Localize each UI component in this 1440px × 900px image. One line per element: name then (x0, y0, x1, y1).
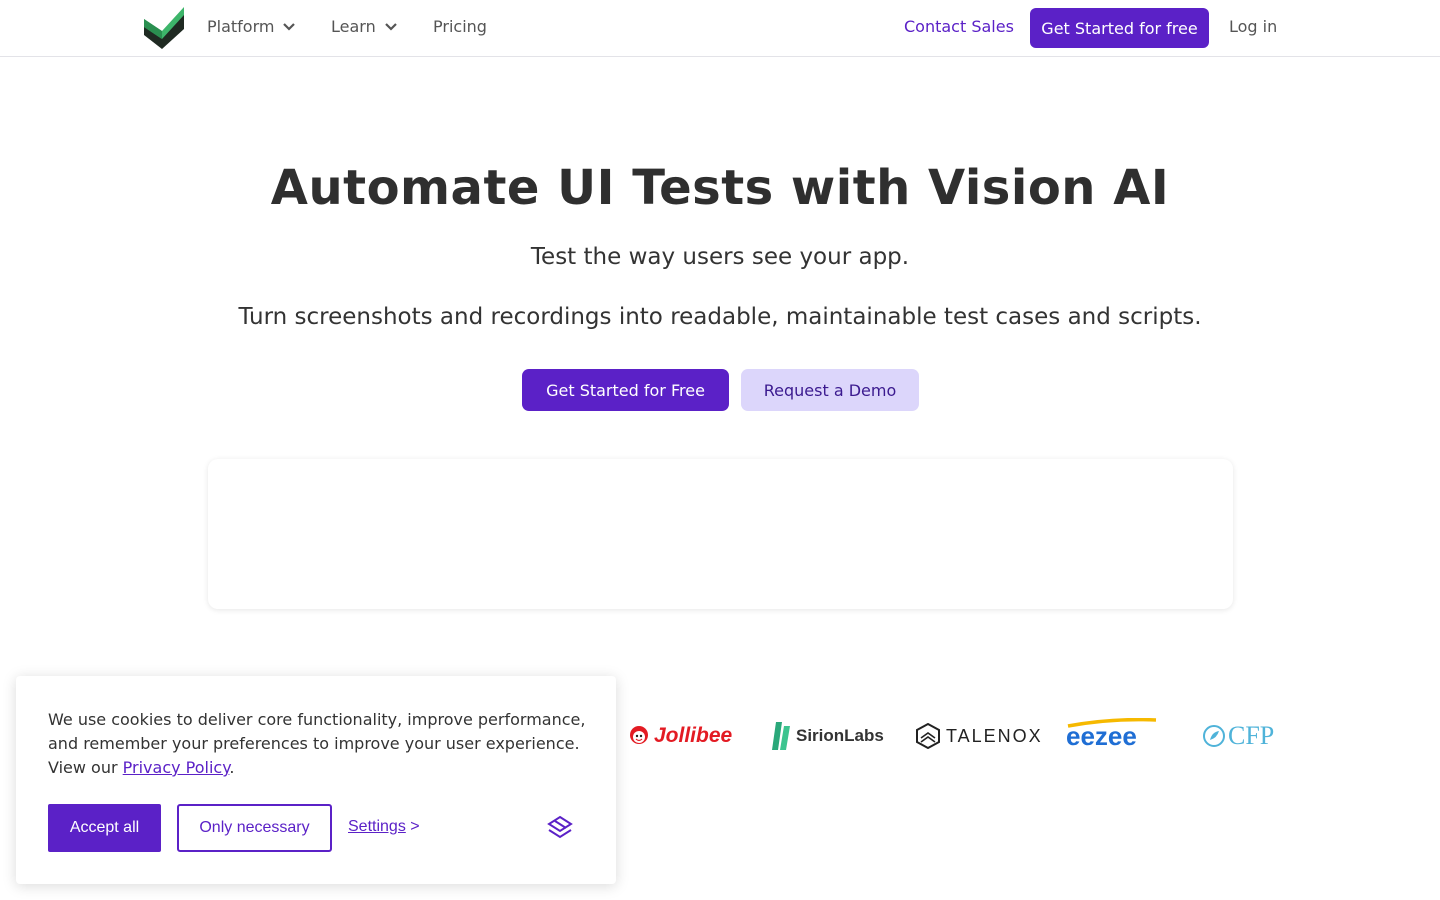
cookie-settings-link[interactable]: Settings > (348, 818, 420, 836)
nav-pricing-label: Pricing (433, 17, 487, 36)
accept-all-button[interactable]: Accept all (48, 804, 161, 852)
talenox-name: TALENOX (946, 725, 1043, 746)
privacy-policy-link[interactable]: Privacy Policy (123, 758, 230, 777)
chevron-down-icon (384, 22, 397, 31)
get-started-nav-button[interactable]: Get Started for free (1030, 8, 1209, 48)
nav-learn-label: Learn (331, 17, 376, 36)
hero-title: Automate UI Tests with Vision AI (270, 160, 1170, 216)
request-demo-button[interactable]: Request a Demo (741, 369, 919, 411)
hero-subtitle: Test the way users see your app. (530, 244, 910, 270)
login-link[interactable]: Log in (1229, 17, 1277, 36)
cfp-name: CFP (1228, 721, 1275, 750)
cookie-text-end: . (229, 758, 235, 777)
cookie-settings-arrow: > (410, 818, 420, 835)
contact-sales-link[interactable]: Contact Sales (904, 17, 1014, 36)
jollibee-name: Jollibee (654, 724, 733, 747)
top-navigation: Platform Learn Pricing Contact Sales Get… (0, 0, 1440, 57)
hero-description: Turn screenshots and recordings into rea… (238, 304, 1202, 330)
cookie-banner: We use cookies to deliver core functiona… (16, 676, 616, 884)
cfp-leaf-icon (1203, 725, 1225, 747)
cookie-message: We use cookies to deliver core functiona… (48, 708, 588, 780)
check-box-logo-icon[interactable] (142, 7, 186, 49)
get-started-button[interactable]: Get Started for Free (522, 369, 729, 411)
nav-platform-label: Platform (207, 17, 275, 36)
nav-pricing[interactable]: Pricing (433, 17, 487, 36)
sirionlabs-name: SirionLabs (796, 726, 884, 745)
chevron-down-icon (283, 22, 296, 31)
jollibee-mascot-icon (630, 726, 648, 744)
hero-media-placeholder (208, 459, 1233, 609)
sirion-mark-icon (772, 722, 790, 750)
cookie-settings-label: Settings (348, 818, 406, 835)
talenox-hexagon-icon (916, 723, 940, 749)
talenox-logo: TALENOX (916, 712, 1043, 760)
nav-learn[interactable]: Learn (331, 17, 398, 36)
sirionlabs-logo: SirionLabs (772, 712, 884, 760)
eezee-name: eezee (1066, 720, 1137, 751)
eezee-logo: eezee (1066, 712, 1157, 760)
cfp-logo: CFP (1202, 712, 1274, 760)
only-necessary-button[interactable]: Only necessary (177, 804, 332, 852)
jollibee-logo: Jollibee (628, 712, 732, 760)
layers-brand-icon (547, 815, 573, 839)
nav-platform[interactable]: Platform (207, 17, 296, 36)
